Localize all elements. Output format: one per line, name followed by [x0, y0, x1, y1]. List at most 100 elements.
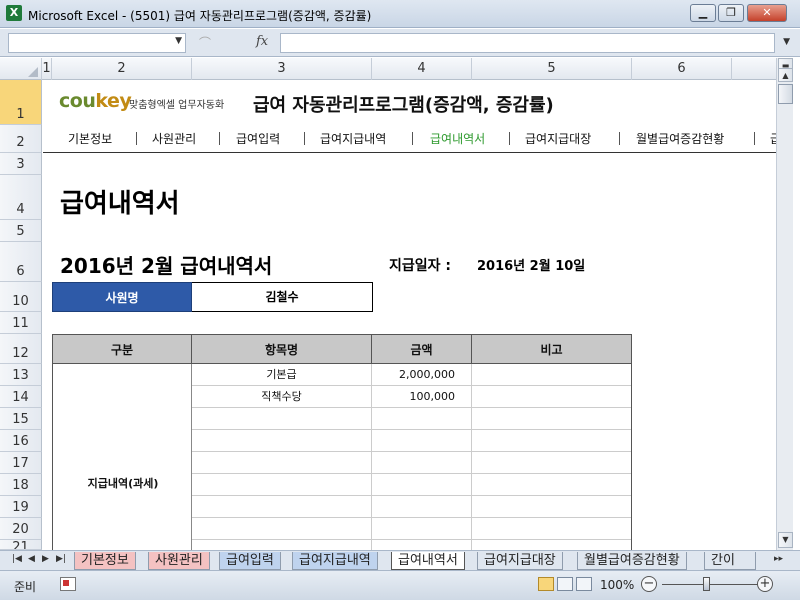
formula-cancel-icon[interactable]: ⌒ — [190, 33, 220, 53]
tab-split-icon[interactable]: ▸▸ — [774, 554, 783, 564]
table-row[interactable]: 기본급 2,000,000 — [192, 364, 632, 386]
sheet-tab-payslip[interactable]: 급여내역서 — [391, 552, 465, 570]
last-sheet-icon[interactable]: ▶| — [56, 554, 66, 564]
nav-item-salary-input[interactable]: 급여입력 — [236, 130, 280, 147]
zoom-out-icon[interactable]: − — [641, 576, 657, 592]
note-cell[interactable] — [472, 496, 632, 518]
minimize-button[interactable]: ▁ — [690, 4, 716, 22]
row-header[interactable]: 13 — [0, 364, 42, 386]
table-row[interactable] — [192, 474, 632, 496]
column-header[interactable]: 2 — [52, 58, 192, 80]
row-header[interactable]: 5 — [0, 220, 42, 242]
item-name-cell[interactable] — [192, 540, 372, 550]
row-header[interactable]: 16 — [0, 430, 42, 452]
column-header[interactable]: 5 — [472, 58, 632, 80]
worksheet[interactable]: coukey 맞춤형엑셀 업무자동화 급여 자동관리프로그램(증감액, 증감률)… — [43, 80, 776, 550]
table-row[interactable] — [192, 518, 632, 540]
sheet-tab-employees[interactable]: 사원관리 — [148, 552, 210, 570]
insert-function-icon[interactable]: fx — [256, 34, 268, 49]
next-sheet-icon[interactable]: ▶ — [42, 554, 49, 564]
amount-cell[interactable] — [372, 430, 472, 452]
sheet-tab-payment-history[interactable]: 급여지급내역 — [292, 552, 378, 570]
item-name-cell[interactable] — [192, 408, 372, 430]
column-header[interactable]: 3 — [192, 58, 372, 80]
item-name-cell[interactable] — [192, 496, 372, 518]
restore-button[interactable]: ❐ — [718, 4, 744, 22]
note-cell[interactable] — [472, 364, 632, 386]
amount-cell[interactable] — [372, 474, 472, 496]
macro-record-icon[interactable] — [60, 577, 76, 591]
note-cell[interactable] — [472, 386, 632, 408]
nav-item-payment-history[interactable]: 급여지급내역 — [320, 130, 386, 147]
category-cell[interactable]: 지급내역(과세) — [52, 364, 192, 550]
row-header[interactable]: 20 — [0, 518, 42, 540]
row-header[interactable]: 11 — [0, 312, 42, 334]
formula-input[interactable] — [280, 33, 775, 53]
scroll-thumb[interactable] — [778, 84, 793, 104]
table-row[interactable]: 직책수당 100,000 — [192, 386, 632, 408]
item-name-cell[interactable] — [192, 518, 372, 540]
page-layout-view-icon[interactable] — [557, 577, 573, 591]
amount-cell[interactable] — [372, 496, 472, 518]
sheet-tab-basic-info[interactable]: 기본정보 — [74, 552, 136, 570]
sheet-tab-simple[interactable]: 간이 — [704, 552, 756, 570]
row-header[interactable]: 12 — [0, 334, 42, 364]
excel-app-icon[interactable]: X — [6, 5, 22, 21]
nav-item-payroll-ledger[interactable]: 급여지급대장 — [525, 130, 591, 147]
name-box-dropdown-icon[interactable]: ▼ — [175, 36, 182, 46]
row-header[interactable]: 4 — [0, 175, 42, 220]
normal-view-icon[interactable] — [538, 577, 554, 591]
nav-item-monthly-change[interactable]: 월별급여증감현황 — [636, 130, 724, 147]
zoom-slider-track[interactable] — [662, 584, 758, 585]
table-row[interactable] — [192, 540, 632, 550]
row-header[interactable]: 2 — [0, 125, 42, 153]
amount-cell[interactable] — [372, 408, 472, 430]
sheet-tab-payroll-ledger[interactable]: 급여지급대장 — [477, 552, 563, 570]
row-header[interactable]: 21 — [0, 540, 42, 550]
column-header[interactable]: 1 — [42, 58, 52, 80]
item-name-cell[interactable] — [192, 474, 372, 496]
row-header[interactable]: 19 — [0, 496, 42, 518]
table-row[interactable] — [192, 430, 632, 452]
amount-cell[interactable] — [372, 452, 472, 474]
note-cell[interactable] — [472, 474, 632, 496]
close-button[interactable]: ✕ — [747, 4, 787, 22]
row-header[interactable]: 10 — [0, 282, 42, 312]
item-name-cell[interactable]: 기본급 — [192, 364, 372, 386]
row-header[interactable]: 18 — [0, 474, 42, 496]
row-header[interactable]: 15 — [0, 408, 42, 430]
prev-sheet-icon[interactable]: ◀ — [28, 554, 35, 564]
row-header[interactable]: 1 — [0, 80, 42, 125]
item-name-cell[interactable] — [192, 452, 372, 474]
nav-item-employees[interactable]: 사원관리 — [152, 130, 196, 147]
zoom-slider-thumb[interactable] — [703, 577, 710, 591]
row-header[interactable]: 17 — [0, 452, 42, 474]
column-header[interactable] — [732, 58, 780, 80]
sheet-tab-monthly-change[interactable]: 월별급여증감현황 — [577, 552, 687, 570]
employee-select-cell[interactable]: 김철수 — [192, 282, 373, 312]
note-cell[interactable] — [472, 540, 632, 550]
table-row[interactable] — [192, 408, 632, 430]
vertical-scrollbar[interactable]: ▬ ▲ ▼ — [776, 58, 793, 550]
scroll-down-icon[interactable]: ▼ — [778, 532, 793, 548]
item-name-cell[interactable] — [192, 430, 372, 452]
amount-cell[interactable] — [372, 518, 472, 540]
note-cell[interactable] — [472, 518, 632, 540]
note-cell[interactable] — [472, 408, 632, 430]
zoom-in-icon[interactable]: + — [757, 576, 773, 592]
nav-item-payslip[interactable]: 급여내역서 — [430, 130, 485, 147]
note-cell[interactable] — [472, 430, 632, 452]
amount-cell[interactable]: 100,000 — [372, 386, 472, 408]
scroll-up-icon[interactable]: ▲ — [778, 68, 793, 82]
nav-item-basic-info[interactable]: 기본정보 — [68, 130, 112, 147]
table-row[interactable] — [192, 452, 632, 474]
item-name-cell[interactable]: 직책수당 — [192, 386, 372, 408]
select-all-corner[interactable] — [0, 58, 42, 80]
page-break-view-icon[interactable] — [576, 577, 592, 591]
first-sheet-icon[interactable]: |◀ — [12, 554, 22, 564]
sheet-tab-salary-input[interactable]: 급여입력 — [219, 552, 281, 570]
row-header[interactable]: 14 — [0, 386, 42, 408]
column-header[interactable]: 6 — [632, 58, 732, 80]
note-cell[interactable] — [472, 452, 632, 474]
amount-cell[interactable]: 2,000,000 — [372, 364, 472, 386]
